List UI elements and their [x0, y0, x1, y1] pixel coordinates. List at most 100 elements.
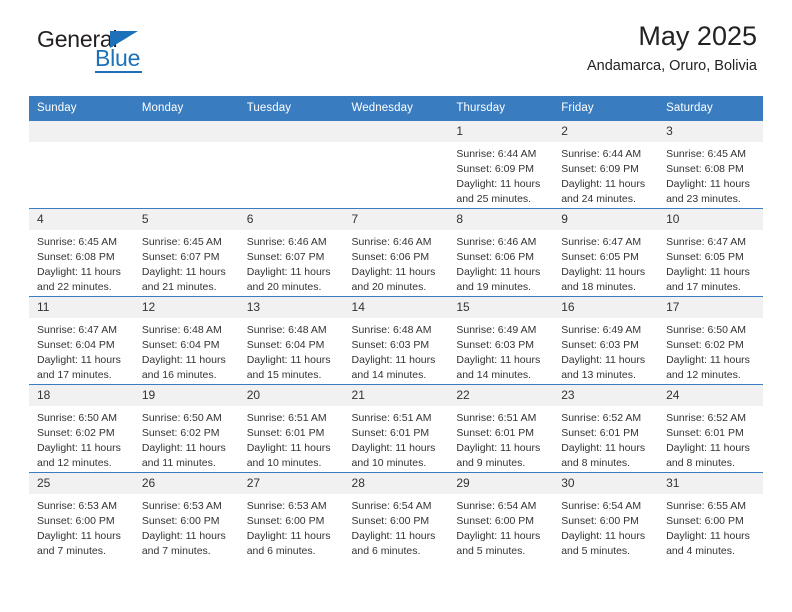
- day-number: 15: [448, 297, 554, 318]
- calendar-day-cell[interactable]: 4 Sunrise: 6:45 AM Sunset: 6:08 PM Daylight…: [29, 208, 134, 297]
- day-details: Sunrise: 6:54 AM Sunset: 6:00 PM Daylight:…: [344, 494, 449, 559]
- calendar-day-cell[interactable]: 1 Sunrise: 6:44 AM Sunset: 6:09 PM Daylight…: [448, 120, 554, 209]
- calendar-day-cell[interactable]: 20 Sunrise: 6:51 AM Sunset: 6:01 PM Dayligh…: [238, 384, 344, 473]
- day-detail-line: Daylight: 11 hours: [351, 441, 436, 454]
- calendar-day-cell[interactable]: 28 Sunrise: 6:54 AM Sunset: 6:00 PM Dayligh…: [343, 472, 449, 560]
- day-number: 16: [553, 297, 659, 318]
- calendar-day-cell[interactable]: 30 Sunrise: 6:54 AM Sunset: 6:00 PM Dayligh…: [553, 472, 659, 560]
- calendar-day-cell[interactable]: 10 Sunrise: 6:47 AM Sunset: 6:05 PM Dayligh…: [658, 208, 763, 297]
- calendar-day-cell[interactable]: 25 Sunrise: 6:53 AM Sunset: 6:00 PM Dayligh…: [29, 472, 134, 560]
- day-detail-line: Sunrise: 6:51 AM: [246, 412, 327, 424]
- weekday-header-saturday: Saturday: [658, 96, 763, 121]
- day-detail-line: Sunset: 6:08 PM: [37, 250, 115, 263]
- day-detail-line: Sunrise: 6:53 AM: [141, 500, 222, 512]
- calendar-day-cell[interactable]: 24 Sunrise: 6:52 AM Sunset: 6:01 PM Dayligh…: [658, 384, 763, 473]
- day-detail-line: Sunrise: 6:46 AM: [456, 236, 537, 248]
- day-details: Sunrise: 6:54 AM Sunset: 6:00 PM Daylight:…: [448, 494, 553, 559]
- calendar-day-cell[interactable]: 19 Sunrise: 6:50 AM Sunset: 6:02 PM Dayligh…: [133, 384, 239, 473]
- day-details: Sunrise: 6:52 AM Sunset: 6:01 PM Daylight:…: [553, 406, 658, 471]
- day-detail-line: Sunrise: 6:45 AM: [37, 236, 117, 248]
- calendar-day-cell[interactable]: 7 Sunrise: 6:46 AM Sunset: 6:06 PM Daylight…: [343, 208, 449, 297]
- calendar-day-cell[interactable]: 15 Sunrise: 6:49 AM Sunset: 6:03 PM Dayligh…: [448, 296, 554, 385]
- calendar-body: 1 Sunrise: 6:44 AM Sunset: 6:09 PM Daylight…: [29, 120, 763, 560]
- calendar-day-cell[interactable]: 22 Sunrise: 6:51 AM Sunset: 6:01 PM Dayligh…: [448, 384, 554, 473]
- calendar-week-row: 4 Sunrise: 6:45 AM Sunset: 6:08 PM Daylight…: [29, 208, 763, 297]
- day-detail-line: Sunset: 6:03 PM: [351, 338, 430, 351]
- day-detail-line: Sunset: 6:06 PM: [351, 250, 430, 263]
- day-number: 14: [343, 297, 449, 318]
- day-number: 7: [343, 209, 449, 230]
- calendar-day-cell[interactable]: 29 Sunrise: 6:54 AM Sunset: 6:00 PM Dayligh…: [448, 472, 554, 560]
- calendar-day-cell[interactable]: 6 Sunrise: 6:46 AM Sunset: 6:07 PM Daylight…: [238, 208, 344, 297]
- day-details: [344, 142, 449, 147]
- day-detail-line: Daylight: 11 hours: [666, 353, 750, 366]
- day-details: Sunrise: 6:54 AM Sunset: 6:00 PM Daylight:…: [553, 494, 658, 559]
- calendar-day-cell[interactable]: 13 Sunrise: 6:48 AM Sunset: 6:04 PM Dayligh…: [238, 296, 344, 385]
- day-details: Sunrise: 6:48 AM Sunset: 6:03 PM Daylight:…: [344, 318, 449, 383]
- day-detail-line: and 7 minutes.: [141, 544, 211, 557]
- day-detail-line: Sunrise: 6:55 AM: [666, 500, 747, 512]
- calendar-day-cell[interactable]: 14 Sunrise: 6:48 AM Sunset: 6:03 PM Dayligh…: [343, 296, 449, 385]
- day-detail-line: Daylight: 11 hours: [141, 529, 226, 542]
- day-detail-line: and 6 minutes.: [246, 544, 316, 557]
- calendar-page: General Blue May 2025 Andamarca, Oruro, …: [0, 0, 792, 612]
- day-detail-line: Sunrise: 6:52 AM: [666, 412, 747, 424]
- day-detail-line: Sunrise: 6:44 AM: [561, 148, 642, 160]
- day-details: Sunrise: 6:52 AM Sunset: 6:01 PM Daylight:…: [658, 406, 763, 471]
- calendar-day-cell[interactable]: 2 Sunrise: 6:44 AM Sunset: 6:09 PM Daylight…: [553, 120, 659, 209]
- day-number: 18: [29, 385, 134, 406]
- calendar-day-cell[interactable]: 27 Sunrise: 6:53 AM Sunset: 6:00 PM Dayligh…: [238, 472, 344, 560]
- day-detail-line: Sunrise: 6:54 AM: [561, 500, 642, 512]
- day-detail-line: Sunrise: 6:51 AM: [351, 412, 432, 424]
- day-detail-line: Sunset: 6:07 PM: [246, 250, 325, 263]
- day-detail-line: Daylight: 11 hours: [351, 353, 436, 366]
- page-title: May 2025: [638, 21, 757, 51]
- calendar-day-cell[interactable]: 21 Sunrise: 6:51 AM Sunset: 6:01 PM Dayligh…: [343, 384, 449, 473]
- day-detail-line: and 8 minutes.: [561, 456, 631, 469]
- day-detail-line: Sunrise: 6:47 AM: [666, 236, 747, 248]
- day-detail-line: Daylight: 11 hours: [456, 353, 541, 366]
- calendar-header-row: Sunday Monday Tuesday Wednesday Thursday Frid…: [29, 96, 763, 121]
- day-details: Sunrise: 6:46 AM Sunset: 6:06 PM Daylight:…: [344, 230, 449, 295]
- calendar-day-cell[interactable]: 31 Sunrise: 6:55 AM Sunset: 6:00 PM Dayligh…: [658, 472, 763, 560]
- page-header: General Blue May 2025 Andamarca, Oruro, …: [29, 0, 763, 96]
- day-detail-line: Sunset: 6:01 PM: [351, 426, 430, 439]
- calendar-day-cell[interactable]: 9 Sunrise: 6:47 AM Sunset: 6:05 PM Daylight…: [553, 208, 659, 297]
- day-detail-line: Sunset: 6:01 PM: [666, 426, 744, 439]
- day-detail-line: and 9 minutes.: [456, 456, 526, 469]
- calendar-day-cell[interactable]: 23 Sunrise: 6:52 AM Sunset: 6:01 PM Dayligh…: [553, 384, 659, 473]
- day-number: 13: [238, 297, 344, 318]
- day-detail-line: Daylight: 11 hours: [246, 529, 331, 542]
- day-detail-line: Daylight: 11 hours: [666, 441, 750, 454]
- day-detail-line: Sunrise: 6:53 AM: [246, 500, 327, 512]
- day-number: [29, 121, 134, 142]
- day-detail-line: Sunrise: 6:45 AM: [141, 236, 222, 248]
- day-number: 20: [238, 385, 344, 406]
- calendar-day-cell[interactable]: 5 Sunrise: 6:45 AM Sunset: 6:07 PM Daylight…: [133, 208, 239, 297]
- calendar-day-cell[interactable]: 17 Sunrise: 6:50 AM Sunset: 6:02 PM Dayligh…: [658, 296, 763, 385]
- day-detail-line: Daylight: 11 hours: [561, 353, 646, 366]
- calendar-grid: Sunday Monday Tuesday Wednesday Thursday Frid…: [29, 96, 763, 560]
- calendar-day-cell[interactable]: 8 Sunrise: 6:46 AM Sunset: 6:06 PM Daylight…: [448, 208, 554, 297]
- day-number: [238, 121, 344, 142]
- calendar-day-cell[interactable]: 18 Sunrise: 6:50 AM Sunset: 6:02 PM Dayligh…: [29, 384, 134, 473]
- day-detail-line: and 23 minutes.: [666, 192, 741, 205]
- day-detail-line: Sunrise: 6:50 AM: [141, 412, 222, 424]
- calendar-week-row: 25 Sunrise: 6:53 AM Sunset: 6:00 PM Dayligh…: [29, 472, 763, 560]
- day-number: 26: [133, 473, 239, 494]
- calendar-day-cell[interactable]: 12 Sunrise: 6:48 AM Sunset: 6:04 PM Dayligh…: [133, 296, 239, 385]
- weekday-header-monday: Monday: [133, 96, 239, 121]
- calendar-week-row: 18 Sunrise: 6:50 AM Sunset: 6:02 PM Dayligh…: [29, 384, 763, 473]
- day-detail-line: Sunrise: 6:48 AM: [351, 324, 432, 336]
- day-details: [239, 142, 344, 147]
- day-detail-line: and 12 minutes.: [666, 368, 741, 381]
- calendar-day-cell[interactable]: 11 Sunrise: 6:47 AM Sunset: 6:04 PM Dayligh…: [29, 296, 134, 385]
- day-details: Sunrise: 6:51 AM Sunset: 6:01 PM Daylight:…: [448, 406, 553, 471]
- calendar-day-cell[interactable]: 26 Sunrise: 6:53 AM Sunset: 6:00 PM Dayligh…: [133, 472, 239, 560]
- general-blue-logo[interactable]: General Blue: [37, 28, 217, 86]
- day-detail-line: Daylight: 11 hours: [561, 441, 646, 454]
- weekday-header-wednesday: Wednesday: [343, 96, 449, 121]
- calendar-day-cell[interactable]: 3 Sunrise: 6:45 AM Sunset: 6:08 PM Daylight…: [658, 120, 763, 209]
- day-number: 12: [133, 297, 239, 318]
- calendar-day-cell[interactable]: 16 Sunrise: 6:49 AM Sunset: 6:03 PM Dayligh…: [553, 296, 659, 385]
